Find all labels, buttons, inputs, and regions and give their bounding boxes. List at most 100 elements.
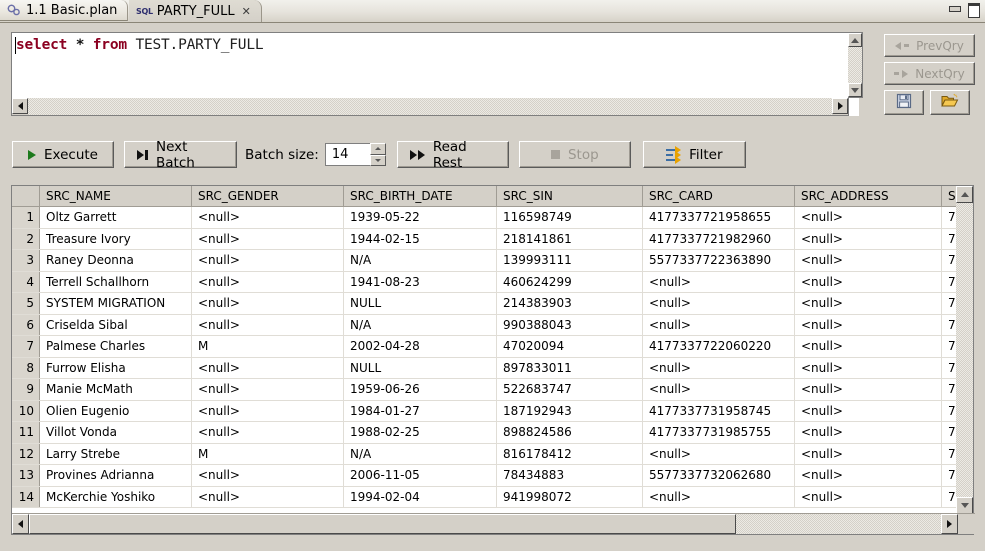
prev-query-button[interactable]: PrevQry <box>884 34 975 57</box>
tab-party-full[interactable]: SQL PARTY_FULL ✕ <box>129 0 262 22</box>
cell-src_gender[interactable]: <null> <box>192 229 344 250</box>
table-row[interactable]: 12Larry StrebeMN/A816178412<null><null>7 <box>12 444 973 466</box>
next-query-button[interactable]: NextQry <box>884 62 975 85</box>
cell-src_name[interactable]: Olien Eugenio <box>40 401 192 422</box>
row-number[interactable]: 12 <box>12 444 40 465</box>
cell-src_card[interactable]: <null> <box>643 293 795 314</box>
row-number[interactable]: 9 <box>12 379 40 400</box>
column-header-src_gender[interactable]: SRC_GENDER <box>192 186 344 206</box>
cell-src_birth_date[interactable]: 1988-02-25 <box>344 422 497 443</box>
cell-src_sin[interactable]: 522683747 <box>497 379 643 400</box>
open-query-button[interactable] <box>930 90 970 115</box>
cell-src_address[interactable]: <null> <box>795 444 942 465</box>
cell-src_address[interactable]: <null> <box>795 336 942 357</box>
cell-src_gender[interactable]: <null> <box>192 358 344 379</box>
stepper-increment-button[interactable] <box>370 143 386 155</box>
cell-src_sin[interactable]: 816178412 <box>497 444 643 465</box>
cell-src_address[interactable]: <null> <box>795 358 942 379</box>
grid-corner-header[interactable] <box>12 186 40 206</box>
table-row[interactable]: 7Palmese CharlesM2002-04-284702009441773… <box>12 336 973 358</box>
table-row[interactable]: 5SYSTEM MIGRATION<null>NULL214383903<nul… <box>12 293 973 315</box>
row-number[interactable]: 14 <box>12 487 40 508</box>
table-row[interactable]: 3Raney Deonna<null>N/A139993111557733772… <box>12 250 973 272</box>
cell-src_sin[interactable]: 898824586 <box>497 422 643 443</box>
table-row[interactable]: 11Villot Vonda<null>1988-02-258988245864… <box>12 422 973 444</box>
cell-src_gender[interactable]: <null> <box>192 422 344 443</box>
scrollbar-track[interactable] <box>848 47 862 83</box>
row-number[interactable]: 13 <box>12 465 40 486</box>
cell-src_birth_date[interactable]: 1939-05-22 <box>344 207 497 228</box>
cell-src_name[interactable]: SYSTEM MIGRATION <box>40 293 192 314</box>
row-number[interactable]: 11 <box>12 422 40 443</box>
cell-src_sin[interactable]: 218141861 <box>497 229 643 250</box>
cell-src_gender[interactable]: <null> <box>192 207 344 228</box>
scrollbar-track[interactable] <box>736 514 941 534</box>
cell-src_address[interactable]: <null> <box>795 422 942 443</box>
maximize-button[interactable] <box>967 3 980 15</box>
cell-src_address[interactable]: <null> <box>795 487 942 508</box>
table-row[interactable]: 10Olien Eugenio <null> 1984-01-27187192943… <box>12 401 973 423</box>
cell-src_birth_date[interactable]: N/A <box>344 315 497 336</box>
cell-src_birth_date[interactable]: 1959-06-26 <box>344 379 497 400</box>
close-icon[interactable]: ✕ <box>242 6 251 17</box>
cell-src_gender[interactable]: <null> <box>192 379 344 400</box>
cell-src_card[interactable]: <null> <box>643 315 795 336</box>
cell-src_card[interactable]: <null> <box>643 444 795 465</box>
row-number[interactable]: 4 <box>12 272 40 293</box>
cell-src_sin[interactable]: 139993111 <box>497 250 643 271</box>
stepper-decrement-button[interactable] <box>370 155 386 167</box>
scroll-down-button[interactable] <box>956 497 973 514</box>
cell-src_sin[interactable]: 990388043 <box>497 315 643 336</box>
stop-button[interactable]: Stop <box>519 141 631 168</box>
horizontal-scroll-thumb[interactable] <box>29 514 736 534</box>
scroll-left-button[interactable] <box>12 514 29 534</box>
row-number[interactable]: 2 <box>12 229 40 250</box>
cell-src_birth_date[interactable]: N/A <box>344 250 497 271</box>
scroll-right-button[interactable] <box>832 98 848 114</box>
cell-src_sin[interactable]: 187192943 <box>497 401 643 422</box>
cell-src_address[interactable]: <null> <box>795 229 942 250</box>
cell-src_name[interactable]: Palmese Charles <box>40 336 192 357</box>
read-rest-button[interactable]: Read Rest <box>397 141 509 168</box>
cell-src_address[interactable]: <null> <box>795 465 942 486</box>
cell-src_address[interactable]: <null> <box>795 207 942 228</box>
cell-src_sin[interactable]: 214383903 <box>497 293 643 314</box>
cell-src_card[interactable]: <null> <box>643 379 795 400</box>
editor-vertical-scrollbar[interactable] <box>848 32 863 98</box>
cell-src_sin[interactable]: 116598749 <box>497 207 643 228</box>
cell-src_gender[interactable]: <null> <box>192 465 344 486</box>
execute-button[interactable]: Execute <box>12 141 114 168</box>
cell-src_name[interactable]: Villot Vonda <box>40 422 192 443</box>
cell-src_gender[interactable]: <null> <box>192 315 344 336</box>
cell-src_name[interactable]: Larry Strebe <box>40 444 192 465</box>
cell-src_name[interactable]: Terrell Schallhorn <box>40 272 192 293</box>
cell-src_birth_date[interactable]: 1941-08-23 <box>344 272 497 293</box>
cell-src_card[interactable]: 4177337731985755 <box>643 422 795 443</box>
column-header-src_address[interactable]: SRC_ADDRESS <box>795 186 942 206</box>
column-header-src_birth_date[interactable]: SRC_BIRTH_DATE <box>344 186 497 206</box>
cell-src_name[interactable]: Provines Adrianna <box>40 465 192 486</box>
cell-src_gender[interactable]: <null> <box>192 250 344 271</box>
cell-src_card[interactable]: 4177337731958745 <box>643 401 795 422</box>
cell-src_card[interactable]: 5577337732062680 <box>643 465 795 486</box>
cell-src_birth_date[interactable]: 1994-02-04 <box>344 487 497 508</box>
cell-src_sin[interactable]: 941998072 <box>497 487 643 508</box>
cell-src_birth_date[interactable]: 1944-02-15 <box>344 229 497 250</box>
cell-src_birth_date[interactable]: 1984-01-27 <box>344 401 497 422</box>
batch-size-input[interactable]: 14 <box>325 143 370 166</box>
table-row[interactable]: 6Criselda Sibal<null>N/A990388043<null><… <box>12 315 973 337</box>
table-row[interactable]: 4Terrell Schallhorn<null>1941-08-2346062… <box>12 272 973 294</box>
cell-src_sin[interactable]: 78434883 <box>497 465 643 486</box>
cell-src_sin[interactable]: 897833011 <box>497 358 643 379</box>
cell-src_gender[interactable]: <null> <box>192 272 344 293</box>
column-header-src_sin[interactable]: SRC_SIN <box>497 186 643 206</box>
table-row[interactable]: 1Oltz Garrett<null>1939-05-2211659874941… <box>12 207 973 229</box>
save-query-button[interactable] <box>884 90 924 115</box>
scrollbar-track[interactable] <box>956 203 973 497</box>
cell-src_name[interactable]: Criselda Sibal <box>40 315 192 336</box>
cell-src_card[interactable]: 4177337721982960 <box>643 229 795 250</box>
table-row[interactable]: 2Treasure Ivory<null>1944-02-15218141861… <box>12 229 973 251</box>
cell-src_address[interactable]: <null> <box>795 272 942 293</box>
row-number[interactable]: 10 <box>12 401 40 422</box>
cell-src_address[interactable]: <null> <box>795 401 942 422</box>
